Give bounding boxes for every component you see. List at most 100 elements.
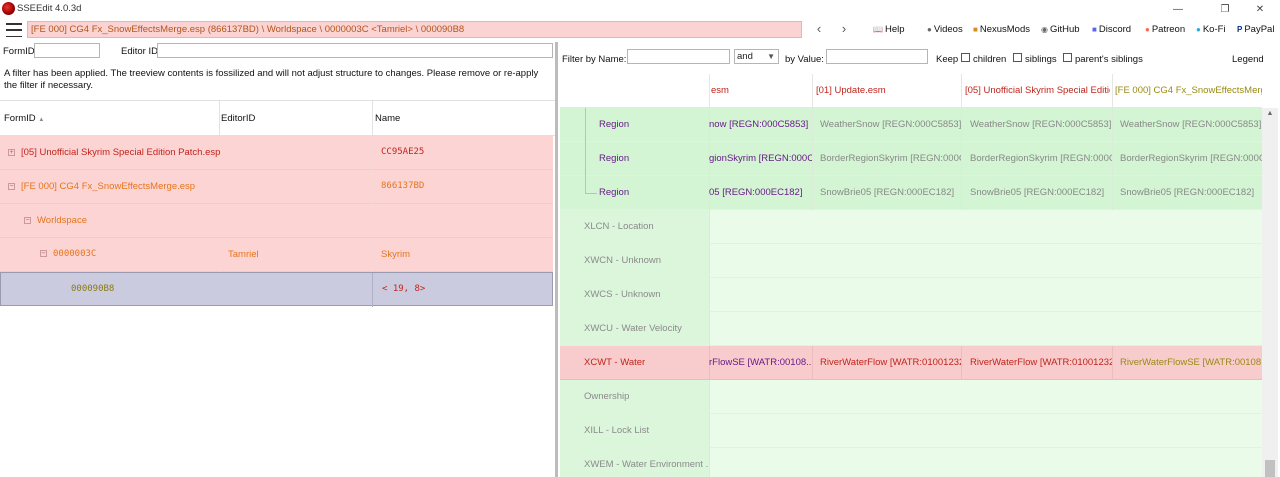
record-row[interactable]: Region 05 [REGN:000EC182] SnowBrie05 [RE… [560, 176, 1262, 210]
forward-button[interactable]: › [836, 22, 852, 38]
record-cell: WeatherSnow [REGN:000C5853] [1120, 119, 1262, 130]
discord-link[interactable]: ■ Discord [1092, 24, 1131, 35]
filter-combine-select[interactable]: and ▼ [734, 49, 779, 64]
kofi-icon: ● [1196, 25, 1201, 34]
record-row[interactable]: Region now [REGN:000C5853] WeatherSnow [… [560, 108, 1262, 142]
navigation-tree-pane: FormID Editor ID A filter has been appli… [0, 42, 555, 477]
record-row-label: XWCU - Water Velocity [584, 323, 682, 334]
by-value-label: by Value: [785, 54, 824, 65]
formid-label: FormID [3, 46, 35, 57]
left-filter-row: FormID Editor ID [0, 42, 555, 62]
tree-row-formid: 000090B8 [71, 284, 115, 294]
filter-by-value-input[interactable] [826, 49, 928, 64]
tree-row[interactable]: − [FE 000] CG4 Fx_SnowEffectsMerge.esp 86… [0, 170, 553, 204]
tree-row-formid: Worldspace [37, 215, 87, 226]
editorid-label: Editor ID [121, 46, 158, 57]
record-row-conflict[interactable]: XCWT - Water rFlowSE [WATR:00108... Rive… [560, 346, 1262, 380]
help-link[interactable]: 📖 Help [873, 24, 905, 35]
minimize-button[interactable]: — [1158, 0, 1198, 18]
github-icon: ◉ [1041, 25, 1048, 34]
scrollbar-thumb[interactable] [1265, 460, 1275, 477]
column-header-name[interactable]: Name [375, 113, 400, 124]
record-cell: rFlowSE [WATR:00108... [709, 357, 812, 368]
collapse-icon[interactable]: − [8, 183, 15, 190]
record-row-label: XLCN - Location [584, 221, 654, 232]
kofi-link[interactable]: ● Ko-Fi [1196, 24, 1226, 35]
paypal-link[interactable]: P PayPal [1237, 24, 1274, 35]
keep-label: Keep [936, 54, 959, 65]
nexusmods-link[interactable]: ■ NexusMods [973, 24, 1030, 35]
collapse-icon[interactable]: − [24, 217, 31, 224]
tree-header: FormID ▲ EditorID Name [0, 100, 555, 136]
tree-row-formid: [FE 000] CG4 Fx_SnowEffectsMerge.esp [21, 181, 196, 192]
plugin-column-header[interactable]: [01] Update.esm [816, 85, 959, 96]
column-header-editorid[interactable]: EditorID [221, 113, 255, 124]
record-row[interactable]: XILL - Lock List [560, 414, 1262, 448]
record-cell: RiverWaterFlowSE [WATR:00108... [1120, 357, 1262, 368]
record-row[interactable]: XWCS - Unknown [560, 278, 1262, 312]
plugin-column-header[interactable]: esm [711, 85, 811, 96]
record-grid-scrollbar[interactable]: ▲ [1262, 108, 1278, 477]
plugin-column-header[interactable]: [05] Unofficial Skyrim Special Editio... [965, 85, 1110, 96]
scroll-up-icon[interactable]: ▲ [1262, 108, 1278, 120]
sort-ascending-icon: ▲ [38, 117, 45, 123]
record-row-label: XWCN - Unknown [584, 255, 662, 266]
record-cell: 05 [REGN:000EC182] [709, 187, 803, 198]
tree-row-formid: [05] Unofficial Skyrim Special Edition P… [21, 147, 221, 158]
record-cell: SnowBrie05 [REGN:000EC182] [970, 187, 1105, 198]
tree-row-name: < 19, 8> [382, 284, 426, 294]
filter-notice: A filter has been applied. The treeview … [4, 68, 539, 91]
filter-by-name-label: Filter by Name: [562, 54, 627, 65]
expand-icon[interactable]: + [8, 149, 15, 156]
record-row[interactable]: XWCN - Unknown [560, 244, 1262, 278]
tree-row[interactable]: − Worldspace [0, 204, 553, 238]
discord-icon: ■ [1092, 25, 1097, 34]
nexus-icon: ■ [973, 25, 978, 34]
record-cell: BorderRegionSkyrim [REGN:000C... [1120, 153, 1262, 164]
collapse-icon[interactable]: − [40, 250, 47, 257]
record-cell: BorderRegionSkyrim [REGN:000C... [970, 153, 1112, 164]
github-link[interactable]: ◉ GitHub [1041, 24, 1080, 35]
chevron-down-icon: ▼ [767, 52, 775, 61]
videos-link[interactable]: ● Videos [927, 24, 963, 35]
back-button[interactable]: ‹ [811, 22, 827, 38]
record-row[interactable]: Region gionSkyrim [REGN:000C... BorderRe… [560, 142, 1262, 176]
toolbar: [FE 000] CG4 Fx_SnowEffectsMerge.esp (86… [0, 18, 1280, 42]
window-title: SSEEdit 4.0.3d [17, 3, 82, 14]
filter-by-name-input[interactable] [627, 49, 730, 64]
paypal-icon: P [1237, 25, 1243, 34]
tree-row-selected[interactable]: 000090B8 < 19, 8> [0, 272, 553, 307]
navigation-path-field[interactable]: [FE 000] CG4 Fx_SnowEffectsMerge.esp (86… [27, 21, 802, 38]
tree-row[interactable]: −0000003C Tamriel Skyrim [0, 238, 553, 272]
record-cell: RiverWaterFlow [WATR:01001232] [970, 357, 1112, 368]
hamburger-menu-icon[interactable] [6, 23, 22, 37]
legend-button[interactable]: Legend [1232, 54, 1264, 65]
record-row-label: XWCS - Unknown [584, 289, 661, 300]
keep-parents-siblings-checkbox[interactable] [1063, 53, 1072, 62]
record-row[interactable]: XWCU - Water Velocity [560, 312, 1262, 346]
tree-row[interactable]: + [05] Unofficial Skyrim Special Edition … [0, 136, 553, 170]
close-button[interactable]: ✕ [1240, 0, 1280, 18]
formid-input[interactable] [34, 43, 100, 58]
editorid-input[interactable] [157, 43, 553, 58]
record-cell: gionSkyrim [REGN:000C... [709, 153, 812, 164]
record-row[interactable]: Ownership [560, 380, 1262, 414]
record-grid: esm [01] Update.esm [05] Unofficial Skyr… [560, 74, 1262, 477]
title-bar: SSEEdit 4.0.3d — ❐ ✕ [0, 0, 1280, 18]
plugin-column-header[interactable]: [FE 000] CG4 Fx_SnowEffectsMerge.... [1115, 85, 1262, 96]
record-row[interactable]: XWEM - Water Environment ... [560, 448, 1262, 477]
book-icon: 📖 [873, 25, 883, 34]
record-row-label: Region [599, 187, 630, 198]
record-row-label: Region [599, 119, 630, 130]
restore-button[interactable]: ❐ [1205, 0, 1245, 18]
patreon-icon: ● [1145, 25, 1150, 34]
keep-siblings-checkbox[interactable] [1013, 53, 1022, 62]
keep-children-checkbox[interactable] [961, 53, 970, 62]
record-row[interactable]: XLCN - Location [560, 210, 1262, 244]
patreon-link[interactable]: ● Patreon [1145, 24, 1185, 35]
column-header-formid[interactable]: FormID ▲ [4, 113, 44, 124]
record-cell: now [REGN:000C5853] [709, 119, 809, 130]
siblings-label: siblings [1025, 54, 1057, 65]
children-label: children [973, 54, 1007, 65]
tree-row-formid: 0000003C [53, 249, 97, 259]
